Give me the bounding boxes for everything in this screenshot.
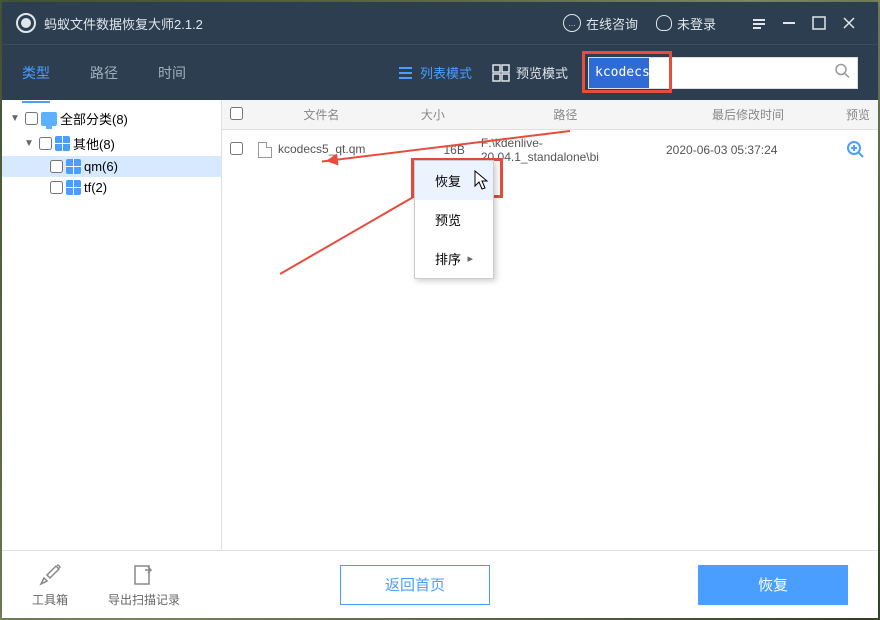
- category-icon: [55, 136, 70, 151]
- tree-all[interactable]: ▼ 全部分类(8): [2, 106, 221, 131]
- tree-all-label: 全部分类(8): [60, 109, 128, 128]
- preview-mode-button[interactable]: 预览模式: [492, 63, 568, 82]
- tree-qm-label: qm(6): [84, 159, 118, 174]
- tree-all-checkbox[interactable]: [25, 112, 38, 125]
- grid-icon: [492, 64, 510, 82]
- row-path: F:\kdenlive-20.04.1_standalone\bi: [473, 136, 658, 164]
- row-time: 2020-06-03 05:37:24: [658, 143, 838, 157]
- tree-tf[interactable]: tf(2): [2, 177, 221, 198]
- table-header: 文件名 大小 路径 最后修改时间 预览: [222, 100, 878, 130]
- preview-mode-label: 预览模式: [516, 63, 568, 82]
- close-button[interactable]: [834, 2, 864, 44]
- file-icon: [258, 142, 272, 158]
- tab-time[interactable]: 时间: [158, 57, 186, 89]
- wrench-icon: [37, 562, 63, 588]
- main-panel: 文件名 大小 路径 最后修改时间 预览 kcodecs5_qt.qm 16B F…: [222, 100, 878, 550]
- tree-other-checkbox[interactable]: [39, 137, 52, 150]
- search-input[interactable]: [588, 57, 858, 89]
- titlebar: 蚂蚁文件数据恢复大师2.1.2 … 在线咨询 未登录: [2, 2, 878, 44]
- list-mode-button[interactable]: 列表模式: [396, 63, 472, 82]
- select-all-checkbox[interactable]: [230, 107, 243, 120]
- row-checkbox[interactable]: [230, 142, 243, 155]
- consult-label: 在线咨询: [586, 14, 638, 33]
- minimize-button[interactable]: [774, 2, 804, 44]
- cursor-icon: [474, 170, 490, 195]
- tab-path[interactable]: 路径: [90, 57, 118, 89]
- category-icon: [66, 180, 81, 195]
- export-icon: [131, 562, 157, 588]
- list-icon: [396, 64, 414, 82]
- login-label: 未登录: [677, 14, 716, 33]
- tab-type[interactable]: 类型: [22, 57, 50, 89]
- tree-qm-checkbox[interactable]: [50, 160, 63, 173]
- row-size: 16B: [393, 143, 473, 157]
- tree-other[interactable]: ▼ 其他(8): [2, 131, 221, 156]
- tree-tf-label: tf(2): [84, 180, 107, 195]
- search-icon[interactable]: [834, 62, 850, 83]
- user-icon: [656, 15, 672, 31]
- tree-qm[interactable]: qm(6): [2, 156, 221, 177]
- footer: 工具箱 导出扫描记录 返回首页 恢复: [2, 550, 878, 618]
- tree-tf-checkbox[interactable]: [50, 181, 63, 194]
- settings-button[interactable]: [744, 2, 774, 44]
- toolbar: 类型 路径 时间 列表模式 预览模式: [2, 44, 878, 100]
- login-button[interactable]: 未登录: [656, 14, 716, 33]
- col-name[interactable]: 文件名: [250, 106, 393, 123]
- chat-icon: …: [563, 14, 581, 32]
- col-time[interactable]: 最后修改时间: [658, 106, 838, 123]
- recover-button[interactable]: 恢复: [698, 565, 848, 605]
- table-row[interactable]: kcodecs5_qt.qm 16B F:\kdenlive-20.04.1_s…: [222, 130, 878, 170]
- sidebar: ▼ 全部分类(8) ▼ 其他(8) qm(6) tf(2): [2, 100, 222, 550]
- category-icon: [66, 159, 81, 174]
- export-button[interactable]: 导出扫描记录: [108, 562, 180, 608]
- app-logo-icon: [16, 13, 36, 33]
- col-preview[interactable]: 预览: [838, 106, 878, 123]
- col-path[interactable]: 路径: [473, 106, 658, 123]
- preview-icon[interactable]: [846, 140, 864, 158]
- export-label: 导出扫描记录: [108, 591, 180, 608]
- app-title: 蚂蚁文件数据恢复大师2.1.2: [44, 14, 563, 33]
- ctx-sort[interactable]: 排序▸: [415, 239, 493, 278]
- row-name: kcodecs5_qt.qm: [278, 142, 365, 156]
- monitor-icon: [41, 112, 57, 126]
- maximize-button[interactable]: [804, 2, 834, 44]
- tree-other-label: 其他(8): [73, 134, 115, 153]
- col-size[interactable]: 大小: [393, 106, 473, 123]
- list-mode-label: 列表模式: [420, 63, 472, 82]
- home-button[interactable]: 返回首页: [340, 565, 490, 605]
- toolbox-label: 工具箱: [32, 591, 68, 608]
- online-consult-button[interactable]: … 在线咨询: [563, 14, 638, 33]
- ctx-preview[interactable]: 预览: [415, 200, 493, 239]
- toolbox-button[interactable]: 工具箱: [32, 562, 68, 608]
